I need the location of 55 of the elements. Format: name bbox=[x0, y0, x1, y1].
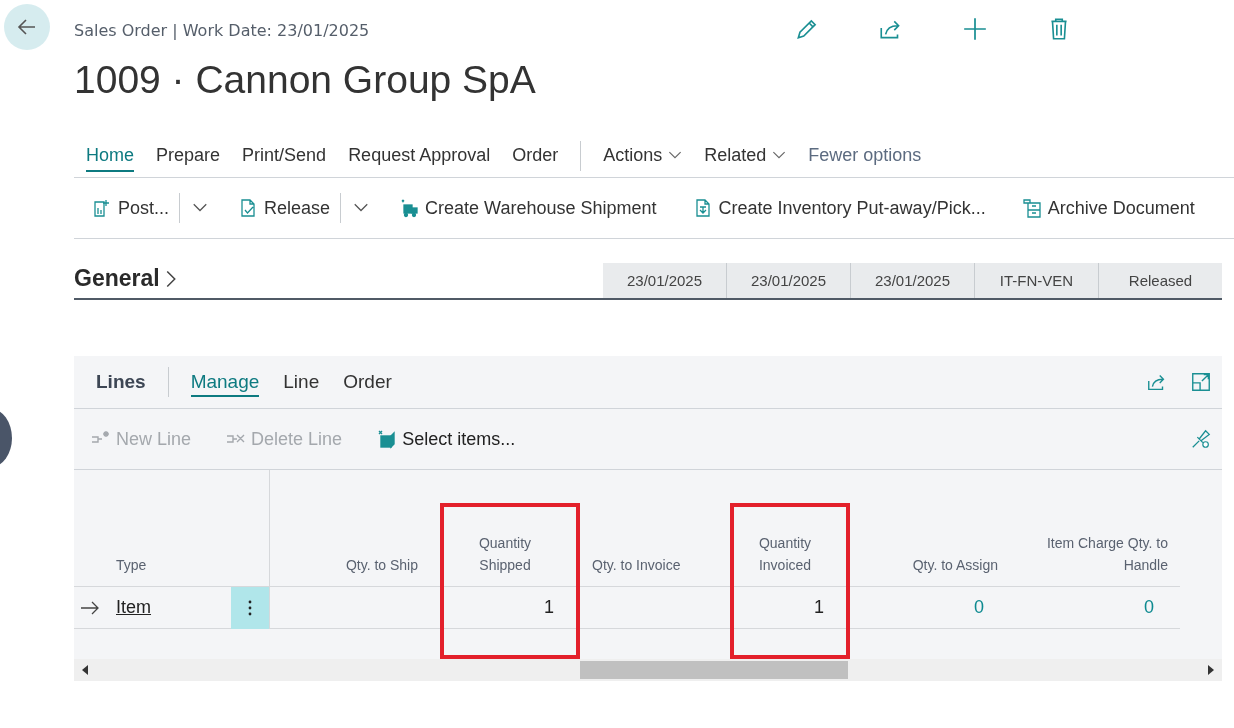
pin-icon[interactable] bbox=[1190, 428, 1212, 450]
column-header: Item Charge Qty. to Handle bbox=[1045, 534, 1168, 575]
action-post-icon bbox=[92, 198, 112, 218]
column-header: Qty. to Invoice bbox=[592, 556, 681, 575]
chevron-down-icon bbox=[192, 203, 209, 213]
summary-field: 23/01/2025 bbox=[603, 263, 726, 298]
column-header: Type bbox=[116, 556, 147, 575]
tab[interactable]: Order bbox=[512, 139, 559, 172]
add-icon[interactable] bbox=[962, 16, 988, 42]
chevron-down-icon bbox=[772, 151, 787, 160]
column-header: Qty. to Ship bbox=[345, 556, 418, 575]
action-archive-icon bbox=[1021, 198, 1042, 218]
section-header[interactable]: General bbox=[74, 265, 176, 298]
column-header: Qty. to Assign bbox=[912, 556, 998, 575]
tab[interactable]: Request Approval bbox=[348, 139, 491, 172]
scrollbar[interactable] bbox=[74, 659, 1222, 681]
value-link[interactable]: 0 bbox=[974, 597, 984, 618]
tab[interactable]: Home bbox=[86, 139, 134, 172]
action-warehouse-icon bbox=[399, 198, 420, 218]
back-button[interactable] bbox=[4, 4, 50, 50]
fewer-options-link[interactable]: Fewer options bbox=[808, 139, 922, 172]
tab[interactable]: Print/Send bbox=[242, 139, 327, 172]
column-header: Quantity Shipped bbox=[477, 534, 533, 575]
chevron-down-icon bbox=[353, 203, 370, 213]
summary-field: 23/01/2025 bbox=[726, 263, 850, 298]
menu-button[interactable]: Related bbox=[704, 139, 787, 172]
vertical-dots-icon bbox=[248, 599, 252, 616]
action-button[interactable]: Archive Document bbox=[1021, 197, 1195, 219]
scroll-left-icon[interactable] bbox=[82, 665, 88, 675]
menu-button[interactable]: Actions bbox=[603, 139, 683, 172]
chevron-right-icon bbox=[165, 269, 176, 288]
column-header: Quantity Invoiced bbox=[757, 534, 813, 575]
action-button[interactable]: Select items... bbox=[376, 428, 516, 450]
action-button[interactable]: Create Warehouse Shipment bbox=[399, 197, 657, 219]
summary-field: Released bbox=[1098, 263, 1222, 298]
value-link[interactable]: 0 bbox=[1144, 597, 1154, 618]
line-select-icon bbox=[376, 429, 397, 449]
action-button[interactable]: Post... bbox=[92, 193, 181, 223]
tab[interactable]: Prepare bbox=[156, 139, 221, 172]
tab[interactable]: Line bbox=[283, 367, 320, 397]
table-cell: 1 bbox=[814, 597, 824, 618]
action-button[interactable]: Release bbox=[238, 193, 342, 223]
expand-icon[interactable] bbox=[1190, 371, 1212, 393]
summary-field: 23/01/2025 bbox=[850, 263, 974, 298]
breadcrumb: Sales Order | Work Date: 23/01/2025 bbox=[74, 20, 371, 40]
tab[interactable]: Manage bbox=[190, 367, 260, 397]
scroll-right-icon[interactable] bbox=[1208, 665, 1214, 675]
panel-title: Lines bbox=[96, 371, 146, 393]
table-cell: 1 bbox=[544, 597, 554, 618]
chevron-down-icon bbox=[668, 151, 683, 160]
tab[interactable]: Order bbox=[343, 367, 392, 397]
summary-field: IT-FN-VEN bbox=[974, 263, 1098, 298]
type-link[interactable]: Item bbox=[116, 597, 151, 618]
action-button[interactable]: Create Inventory Put-away/Pick... bbox=[692, 197, 986, 219]
page-title: 1009 · Cannon Group SpA bbox=[74, 58, 537, 102]
